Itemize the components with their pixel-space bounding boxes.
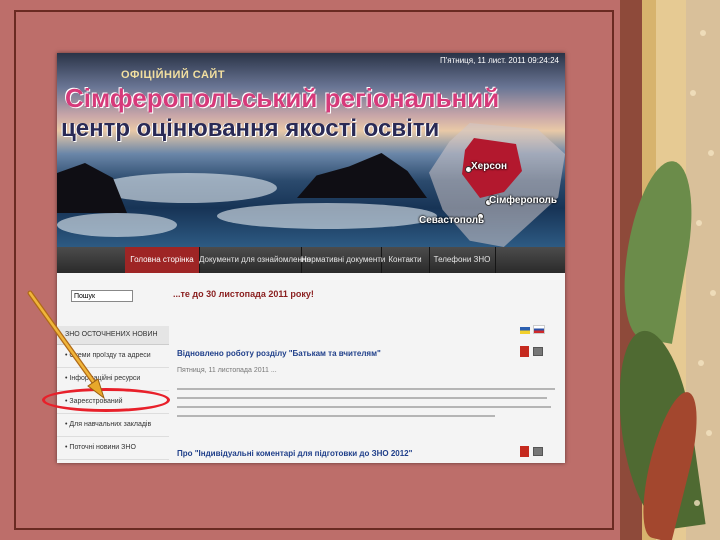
annotation-arrow-icon — [27, 290, 105, 400]
